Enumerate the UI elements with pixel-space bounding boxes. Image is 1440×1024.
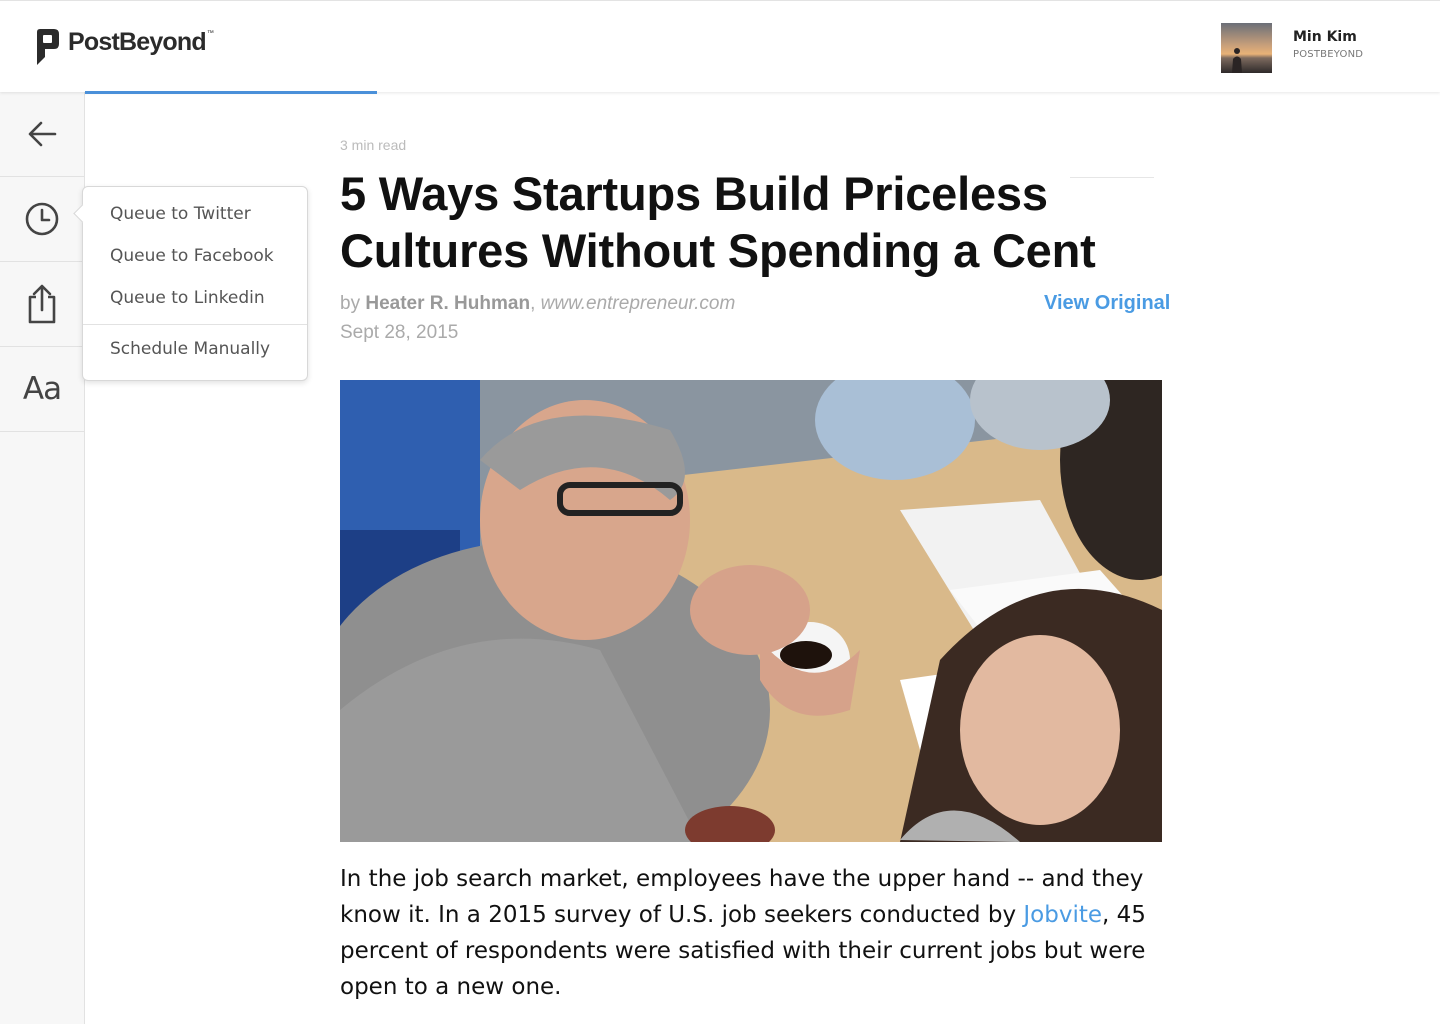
share-icon <box>28 284 56 324</box>
view-original-link[interactable]: View Original <box>1044 292 1170 315</box>
schedule-dropdown: Queue to Twitter Queue to Facebook Queue… <box>73 186 308 381</box>
sidebar: Aa <box>0 92 85 1024</box>
article-body: In the job search market, employees have… <box>340 861 1180 1005</box>
source-domain: www.entrepreneur.com <box>540 293 736 314</box>
jobvite-link[interactable]: Jobvite <box>1023 902 1102 928</box>
clock-icon <box>25 202 59 236</box>
user-profile[interactable]: Min Kim POSTBEYOND <box>1221 23 1363 73</box>
back-arrow-icon <box>28 121 57 147</box>
postbeyond-logo-icon <box>37 29 59 65</box>
schedule-manually-item[interactable]: Schedule Manually <box>110 339 270 359</box>
text-size-button[interactable]: Aa <box>0 347 84 432</box>
user-info: Min Kim POSTBEYOND <box>1293 27 1363 73</box>
user-name: Min Kim <box>1293 29 1357 45</box>
dropdown-divider <box>83 324 307 325</box>
schedule-button[interactable] <box>0 177 84 262</box>
byline-prefix: by <box>340 293 366 314</box>
reading-progress-bar <box>85 91 377 94</box>
read-time: 3 min read <box>340 137 407 153</box>
article-title: 5 Ways Startups Build Priceless Cultures… <box>340 167 1096 277</box>
publish-date: Sept 28, 2015 <box>340 322 459 343</box>
text-size-icon: Aa <box>22 371 62 407</box>
queue-linkedin-item[interactable]: Queue to Linkedin <box>110 288 265 308</box>
postbeyond-logo[interactable]: PostBeyond ™ <box>34 27 214 67</box>
back-button[interactable] <box>0 92 84 177</box>
share-button[interactable] <box>0 262 84 347</box>
queue-facebook-item[interactable]: Queue to Facebook <box>110 246 274 266</box>
byline: by Heater R. Huhman, www.entrepreneur.co… <box>340 293 735 315</box>
top-header: PostBeyond ™ Min Kim POSTBEYOND <box>0 0 1440 92</box>
hero-image <box>340 380 1162 842</box>
byline-separator: , <box>530 293 541 314</box>
avatar[interactable] <box>1221 23 1272 73</box>
queue-twitter-item[interactable]: Queue to Twitter <box>110 204 251 224</box>
user-org: POSTBEYOND <box>1293 49 1364 60</box>
logo-trademark: ™ <box>206 30 214 37</box>
author-name: Heater R. Huhman <box>365 293 531 314</box>
logo-text: PostBeyond <box>68 28 207 56</box>
